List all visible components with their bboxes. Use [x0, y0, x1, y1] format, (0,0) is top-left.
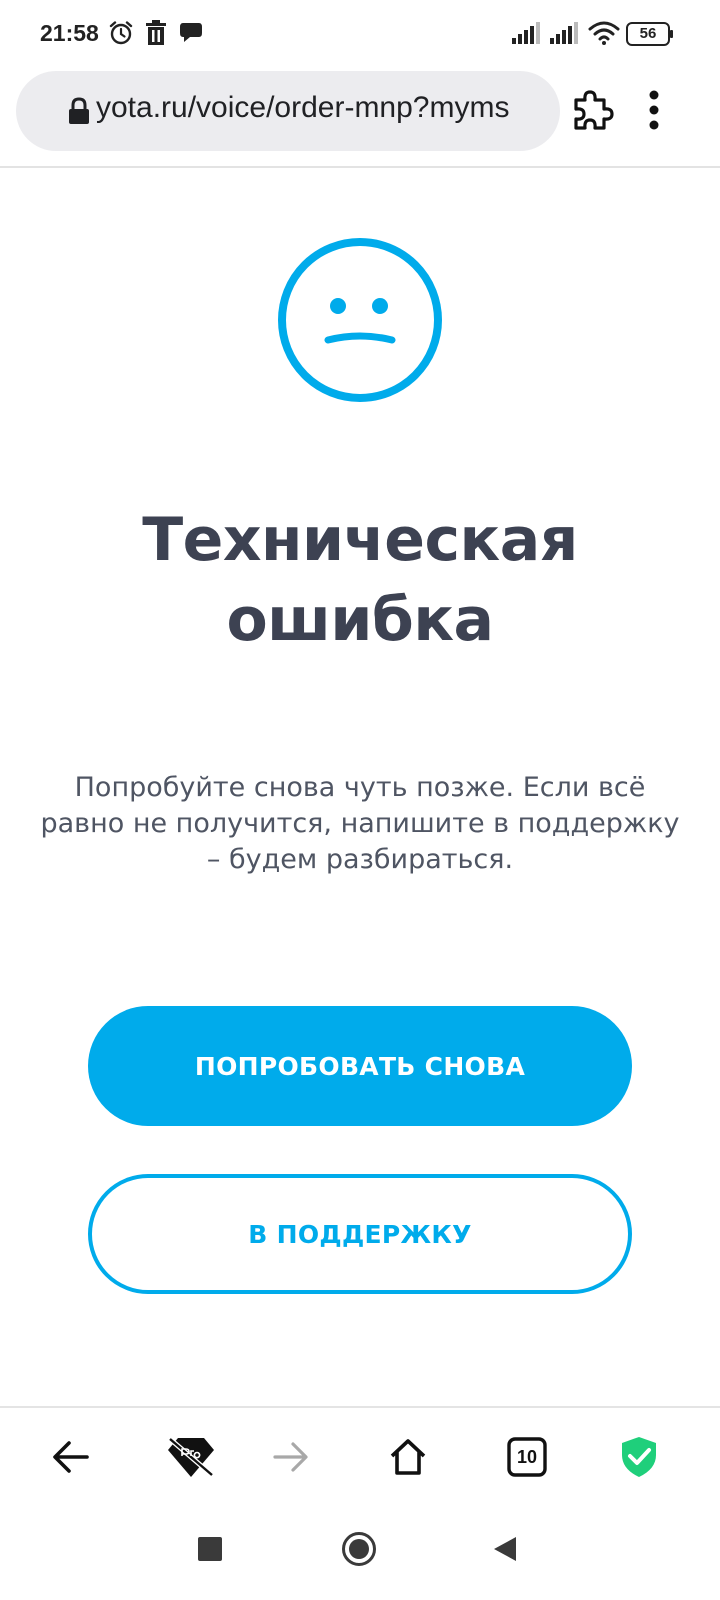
system-nav-bar — [0, 1506, 720, 1600]
tabs-count: 10 — [516, 1446, 538, 1467]
error-description: Попробуйте снова чуть позже. Если всё ра… — [40, 772, 680, 875]
error-title-line1: Техническая — [142, 505, 578, 575]
lock-icon[interactable] — [68, 97, 90, 129]
tabs-icon[interactable]: 10 — [502, 1432, 552, 1482]
status-bar: 21:58 56 — [0, 0, 720, 66]
home-icon[interactable] — [383, 1432, 433, 1482]
status-time: 21:58 — [40, 20, 99, 46]
error-title-line2: ошибка — [226, 585, 494, 655]
url-text[interactable]: yota.ru/voice/order-mnp?myms — [96, 91, 509, 125]
home-circle-icon[interactable] — [341, 1531, 377, 1571]
signal-icon — [512, 22, 540, 48]
support-button[interactable]: В ПОДДЕРЖКУ — [88, 1174, 632, 1294]
more-vert-icon[interactable] — [648, 90, 660, 134]
shield-check-icon[interactable] — [614, 1432, 664, 1482]
back-triangle-icon[interactable] — [492, 1535, 518, 1567]
extension-icon[interactable] — [568, 86, 616, 138]
address-bar[interactable]: yota.ru/voice/order-mnp?myms — [16, 71, 560, 151]
forward-arrow-icon[interactable] — [266, 1432, 316, 1482]
trash-icon — [144, 20, 168, 50]
screen: 21:58 56 yota.ru/voice/order-mnp?myms Те… — [0, 0, 720, 1600]
recents-square-icon[interactable] — [197, 1536, 223, 1566]
bottom-toolbar: 10 — [0, 1406, 720, 1508]
wifi-icon — [588, 20, 620, 50]
battery-level: 56 — [639, 25, 657, 42]
pro-diamond-icon[interactable] — [166, 1432, 216, 1482]
sad-face-icon — [276, 236, 444, 408]
battery-icon: 56 — [626, 22, 674, 50]
signal-icon — [550, 22, 578, 48]
chat-icon — [178, 20, 204, 48]
error-title: Техническая ошибка — [0, 500, 720, 660]
retry-button[interactable]: ПОПРОБОВАТЬ СНОВА — [88, 1006, 632, 1126]
alarm-icon — [108, 20, 134, 50]
browser-toolbar: yota.ru/voice/order-mnp?myms — [0, 66, 720, 168]
back-arrow-icon[interactable] — [46, 1432, 96, 1482]
